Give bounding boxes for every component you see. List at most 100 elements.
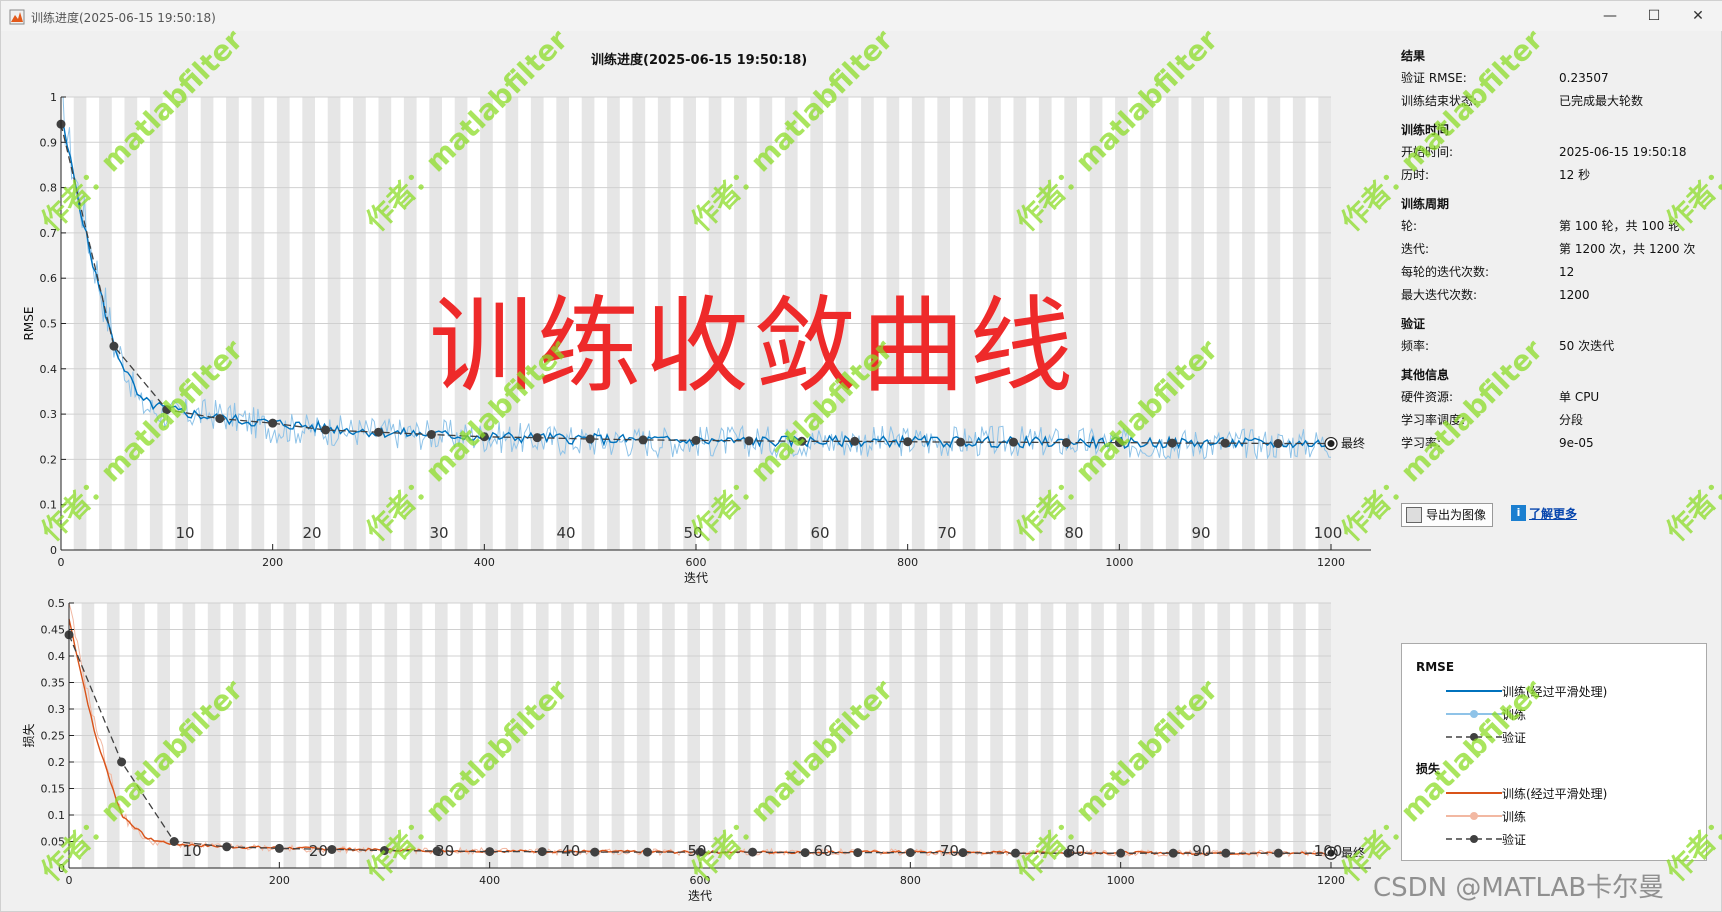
- window-title: 训练进度(2025-06-15 19:50:18): [31, 11, 216, 25]
- epoch-label: 60: [814, 842, 833, 860]
- loss-chart: 最终10 20 30 40 50 60 70 80 90 1000 200 400 600 800 1000…: [21, 597, 1371, 903]
- validation-point: [642, 847, 652, 857]
- panel-row: 学习率调度: 分段: [1401, 409, 1711, 432]
- panel-row-value: 1200: [1559, 288, 1590, 302]
- validation-point: [905, 848, 915, 858]
- legend: RMSE 训练(经过平滑处理) 训练 验证 损失 训练(经过平滑处理) 训练 验…: [1401, 643, 1707, 861]
- panel-row-key: 验证 RMSE:: [1401, 71, 1467, 85]
- y-tick-label: 0.3: [48, 703, 66, 716]
- panel-row-value: 单 CPU: [1559, 390, 1600, 404]
- validation-point: [638, 435, 648, 445]
- y-tick-label: 0.6: [40, 272, 58, 285]
- epoch-label: 40: [561, 842, 580, 860]
- title-bar: 训练进度(2025-06-15 19:50:18) — ☐ ✕: [1, 1, 1722, 31]
- epoch-label: 20: [302, 524, 321, 542]
- info-icon: i: [1511, 505, 1526, 521]
- validation-point: [485, 847, 495, 857]
- x-tick-label: 200: [262, 556, 283, 569]
- x-tick-label: 1000: [1105, 556, 1133, 569]
- y-tick-label: 0: [58, 862, 65, 875]
- panel-row-key: 硬件资源:: [1401, 390, 1454, 404]
- y-tick-label: 0.1: [40, 499, 58, 512]
- validation-point: [956, 437, 966, 447]
- panel-row: 开始时间: 2025-06-15 19:50:18: [1401, 141, 1711, 164]
- panel-row-key: 开始时间:: [1401, 145, 1454, 159]
- panel-row: 每轮的迭代次数: 12: [1401, 261, 1711, 284]
- y-tick-label: 0.3: [40, 408, 58, 421]
- panel-row-key: 每轮的迭代次数:: [1401, 265, 1490, 279]
- panel-section-title: 训练周期: [1401, 197, 1450, 211]
- y-tick-label: 0.05: [41, 836, 66, 849]
- y-axis-label: RMSE: [22, 307, 36, 341]
- epoch-label: 60: [810, 524, 829, 542]
- validation-point: [585, 434, 595, 444]
- y-tick-label: 0.4: [40, 363, 58, 376]
- y-tick-label: 0.2: [48, 756, 66, 769]
- panel-section-title: 训练时间: [1401, 123, 1450, 137]
- x-tick-label: 0: [58, 556, 65, 569]
- final-marker-dot: [1327, 440, 1335, 448]
- legend-label: 验证: [1502, 731, 1527, 745]
- validation-point: [1273, 848, 1283, 858]
- validation-point: [1009, 437, 1018, 447]
- validation-point: [1167, 438, 1177, 448]
- plot-title: 训练进度(2025-06-15 19:50:18): [591, 53, 808, 68]
- validation-point: [162, 405, 172, 415]
- panel-row: 历时: 12 秒: [1401, 164, 1711, 187]
- y-tick-label: 0.5: [48, 597, 66, 610]
- learn-more-link[interactable]: i 了解更多: [1511, 505, 1577, 522]
- x-tick-label: 800: [897, 556, 918, 569]
- export-image-button[interactable]: 导出为图像: [1401, 503, 1493, 527]
- validation-point: [537, 847, 547, 857]
- legend-label: 验证: [1502, 833, 1527, 847]
- close-button[interactable]: ✕: [1675, 1, 1721, 31]
- validation-point: [850, 436, 860, 446]
- validation-point: [274, 843, 284, 853]
- y-tick-label: 0.7: [40, 227, 58, 240]
- panel-row-value: 12 秒: [1559, 168, 1591, 182]
- panel-row-value: 50 次迭代: [1559, 339, 1615, 353]
- validation-point: [800, 848, 810, 858]
- y-tick-label: 1: [50, 91, 57, 104]
- y-axis-label: 损失: [21, 723, 36, 747]
- panel-row: 最大迭代次数: 1200: [1401, 284, 1711, 307]
- validation-point: [109, 341, 119, 351]
- panel-row: 验证 RMSE: 0.23507: [1401, 67, 1711, 90]
- panel-row-key: 迭代:: [1401, 242, 1430, 256]
- x-tick-label: 800: [900, 874, 921, 887]
- panel-row-key: 学习率调度:: [1401, 413, 1466, 427]
- y-tick-label: 0.5: [40, 318, 58, 331]
- epoch-label: 10: [175, 524, 194, 542]
- x-tick-label: 400: [479, 874, 500, 887]
- panel-row-value: 2025-06-15 19:50:18: [1559, 145, 1687, 159]
- validation-point: [797, 436, 807, 446]
- epoch-label: 30: [429, 524, 448, 542]
- csdn-watermark: CSDN @MATLAB卡尔曼: [1373, 873, 1665, 903]
- final-label: 最终: [1341, 845, 1365, 860]
- y-tick-label: 0.4: [48, 650, 66, 663]
- validation-point: [215, 414, 225, 424]
- y-tick-label: 0.9: [40, 136, 58, 149]
- matlab-app-icon: [9, 9, 25, 25]
- validation-point: [748, 847, 758, 857]
- minimize-button[interactable]: —: [1587, 1, 1633, 31]
- x-tick-label: 600: [690, 874, 711, 887]
- validation-point: [327, 844, 337, 854]
- y-tick-label: 0.1: [48, 809, 66, 822]
- epoch-label: 90: [1191, 524, 1210, 542]
- legend-label: 训练(经过平滑处理): [1502, 787, 1608, 801]
- panel-row-key: 学习率:: [1401, 436, 1442, 450]
- validation-point: [903, 437, 913, 447]
- maximize-button[interactable]: ☐: [1631, 1, 1677, 31]
- y-tick-label: 0.45: [41, 624, 66, 637]
- panel-row-value: 分段: [1559, 413, 1584, 427]
- epoch-label: 70: [940, 842, 959, 860]
- legend-label: 训练: [1502, 708, 1527, 722]
- legend-label: 训练: [1502, 810, 1527, 824]
- panel-row-value: 9e-05: [1559, 436, 1594, 450]
- y-tick-label: 0.2: [40, 453, 58, 466]
- info-panel: 结果 验证 RMSE: 0.23507 训练结束状态: 已完成最大轮数 训练时间 开始时间:…: [1401, 39, 1711, 455]
- x-tick-label: 200: [269, 874, 290, 887]
- validation-point: [479, 432, 489, 442]
- x-tick-label: 0: [66, 874, 73, 887]
